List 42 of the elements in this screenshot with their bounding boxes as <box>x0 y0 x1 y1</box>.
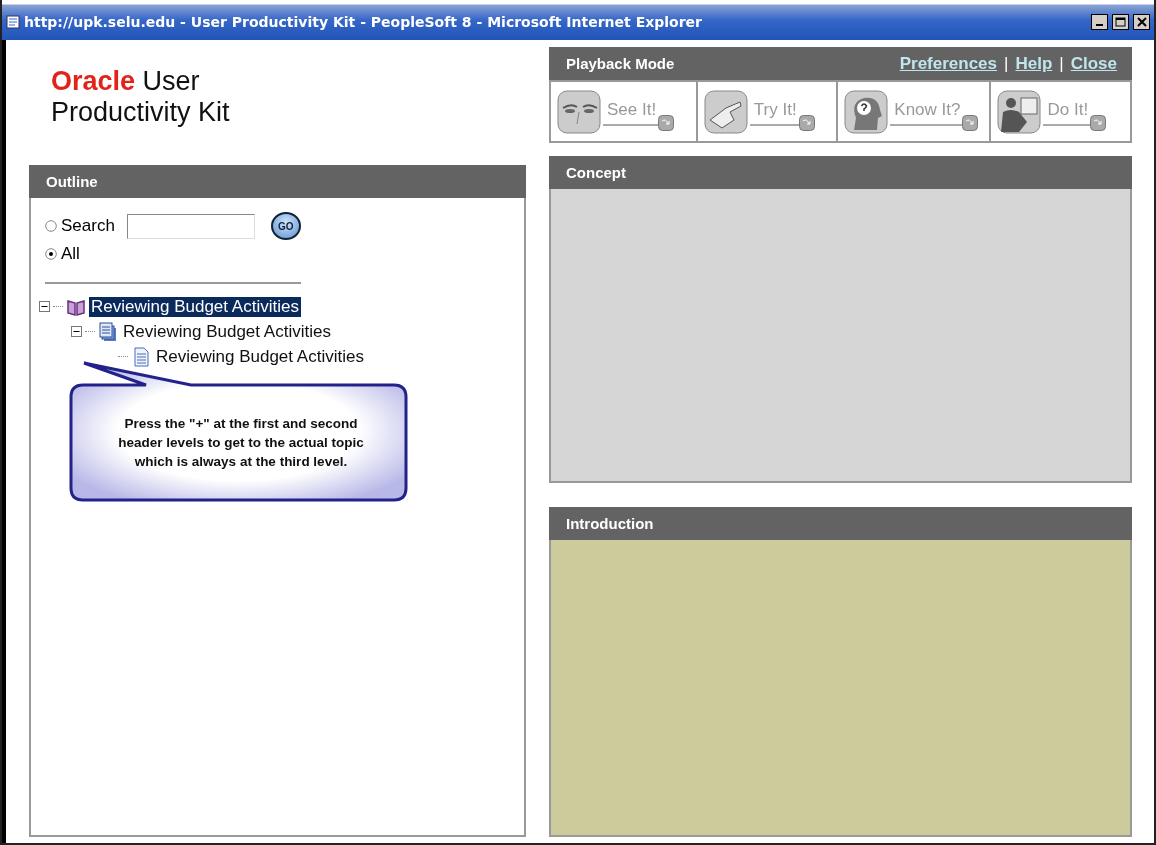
document-icon <box>131 346 151 367</box>
tree-item[interactable]: Reviewing Budget Activities <box>89 296 301 317</box>
callout-text: Press the "+" at the first and second header levels to get to the actual topic which is always at the third level. <box>117 415 365 471</box>
radio-button[interactable] <box>45 220 57 232</box>
head-question-icon <box>844 89 889 134</box>
close-icon <box>1136 17 1147 27</box>
collapse-icon[interactable] <box>39 301 50 312</box>
tree-item[interactable]: Reviewing Budget Activities <box>154 346 366 367</box>
eyes-icon <box>557 89 601 134</box>
header-link[interactable]: Preferences <box>899 53 997 74</box>
minimize-button[interactable] <box>1091 14 1108 30</box>
logo-text: User <box>142 66 200 96</box>
window-title: http://upk.selu.edu - User Productivity Kit - PeopleSoft 8 - Microsoft Internet Explorer <box>24 14 703 30</box>
panel-header: Outline <box>29 165 526 198</box>
link-separator: | <box>1059 53 1064 74</box>
hand-icon <box>703 89 748 134</box>
maximize-button[interactable] <box>1112 14 1129 30</box>
person-computer-icon <box>997 89 1042 134</box>
minimize-icon <box>1096 24 1103 26</box>
launch-icon[interactable] <box>798 114 815 131</box>
header-link[interactable]: Close <box>1070 53 1117 74</box>
radio-button[interactable] <box>45 248 57 260</box>
collapse-icon[interactable] <box>71 326 82 337</box>
logo-brand: Oracle <box>51 66 136 96</box>
maximize-icon <box>1115 17 1126 27</box>
logo-text: Productivity Kit <box>51 97 231 128</box>
radio-label: All <box>61 244 80 264</box>
stacked-pages-icon <box>98 321 118 342</box>
search-field[interactable] <box>126 213 255 239</box>
close-button[interactable] <box>1133 14 1150 30</box>
browser-icon <box>6 15 20 29</box>
panel-header: Introduction <box>549 507 1132 540</box>
launch-icon[interactable] <box>1090 114 1107 131</box>
header-link[interactable]: Help <box>1015 53 1053 74</box>
radio-label: Search <box>61 216 115 236</box>
go-button[interactable]: GO <box>270 212 301 240</box>
tree-item[interactable]: Reviewing Budget Activities <box>121 321 333 342</box>
panel-header: Concept <box>549 156 1132 189</box>
launch-icon[interactable] <box>962 114 979 131</box>
launch-icon[interactable] <box>658 114 675 131</box>
link-separator: | <box>1004 53 1009 74</box>
panel-header: Playback Mode <box>566 55 675 72</box>
